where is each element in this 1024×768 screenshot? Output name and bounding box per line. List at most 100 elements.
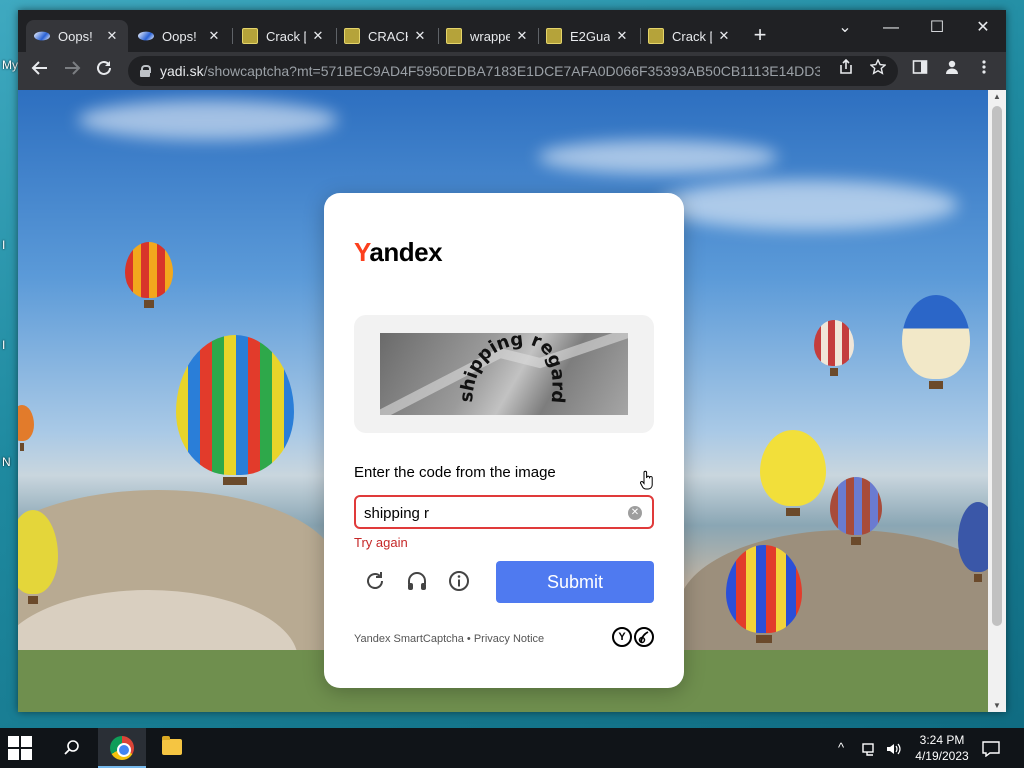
desktop-label[interactable]: My <box>2 58 18 72</box>
tab-title: Crack [ <box>672 28 712 44</box>
desktop-label[interactable]: I <box>2 238 5 252</box>
folder-icon <box>162 736 182 755</box>
cloud <box>538 140 778 174</box>
show-hidden-icons-icon[interactable]: ^ <box>838 728 844 768</box>
tab-close-icon[interactable]: ✕ <box>206 28 222 44</box>
tab-separator <box>232 28 233 44</box>
share-icon[interactable] <box>834 58 858 83</box>
tab-crack-1[interactable]: Crack [ ✕ <box>234 20 334 52</box>
yandex-logo: Yandex <box>354 237 443 268</box>
tab-favicon-icon <box>344 28 360 44</box>
tab-close-icon[interactable]: ✕ <box>514 28 530 44</box>
cloud <box>78 100 338 140</box>
tab-oops-1[interactable]: Oops! ✕ <box>26 20 128 52</box>
clock-time: 3:24 PM <box>919 733 965 747</box>
privacy-notice-link[interactable]: Privacy Notice <box>474 633 544 645</box>
audio-captcha-icon[interactable] <box>404 570 430 596</box>
footer-separator: • <box>463 633 474 645</box>
yandex-y-logo-icon: Y <box>612 627 632 647</box>
tab-title: Crack [ <box>266 28 306 44</box>
back-arrow-icon <box>31 61 47 75</box>
tab-crack-caps[interactable]: CRACK ✕ <box>336 20 436 52</box>
search-icon[interactable] <box>48 728 96 768</box>
network-icon[interactable] <box>862 728 878 768</box>
tab-wrapper[interactable]: wrappe ✕ <box>438 20 538 52</box>
tab-favicon-icon <box>242 28 258 44</box>
reload-button[interactable] <box>90 57 118 85</box>
smartcaptcha-link[interactable]: Yandex SmartCaptcha <box>354 633 464 645</box>
submit-button[interactable]: Submit <box>496 561 654 603</box>
hot-air-balloon <box>125 242 173 308</box>
close-window-button[interactable]: ✕ <box>960 14 1006 42</box>
tab-e2guardian[interactable]: E2Guar ✕ <box>538 20 638 52</box>
taskbar: ^ 3:24 PM 4/19/2023 <box>0 728 1024 768</box>
tab-favicon-icon <box>31 30 53 42</box>
forward-button[interactable] <box>58 57 86 85</box>
error-message: Try again <box>354 535 408 550</box>
url-text[interactable]: yadi.sk/showcaptcha?mt=571BEC9AD4F5950ED… <box>160 63 820 79</box>
tab-oops-2[interactable]: Oops! ✕ <box>130 20 230 52</box>
chrome-icon <box>110 736 134 760</box>
hand-cursor-icon <box>640 470 653 490</box>
tab-title: Oops! <box>58 28 93 44</box>
side-panel-icon[interactable] <box>906 57 934 85</box>
browser-window: Oops! ✕ Oops! ✕ Crack [ ✕ CRACK ✕ wrappe… <box>18 10 1006 712</box>
tab-title: CRACK <box>368 28 408 44</box>
captcha-prompt: Enter the code from the image <box>354 464 556 481</box>
volume-icon[interactable] <box>886 728 902 768</box>
tab-close-icon[interactable]: ✕ <box>716 28 732 44</box>
captcha-image-container: shipping regard <box>354 315 654 433</box>
cloud <box>658 180 958 230</box>
tab-close-icon[interactable]: ✕ <box>412 28 428 44</box>
tab-strip: Oops! ✕ Oops! ✕ Crack [ ✕ CRACK ✕ wrappe… <box>18 10 1006 52</box>
bookmark-star-icon[interactable] <box>866 58 890 83</box>
captcha-answer-field[interactable]: ✕ <box>354 495 654 529</box>
cloud-logo-icon <box>634 627 654 647</box>
hot-air-balloon <box>958 502 988 582</box>
logo-letter: Y <box>354 237 370 267</box>
scrollbar-thumb[interactable] <box>992 106 1002 626</box>
minimize-button[interactable]: — <box>868 14 914 42</box>
scroll-down-icon[interactable]: ▼ <box>992 701 1002 710</box>
profile-avatar-icon[interactable] <box>938 57 966 85</box>
windows-start-icon[interactable] <box>8 736 32 760</box>
browser-toolbar: yadi.sk/showcaptcha?mt=571BEC9AD4F5950ED… <box>18 52 1006 90</box>
address-bar[interactable]: yadi.sk/showcaptcha?mt=571BEC9AD4F5950ED… <box>128 56 898 86</box>
yandex-cloud-logos: Y <box>612 627 654 647</box>
tab-close-icon[interactable]: ✕ <box>310 28 326 44</box>
notifications-icon[interactable] <box>982 728 1000 768</box>
back-button[interactable] <box>26 57 54 85</box>
captcha-input[interactable] <box>364 502 620 524</box>
page-scrollbar[interactable]: ▲ ▼ <box>988 90 1006 712</box>
tab-favicon-icon <box>546 28 562 44</box>
tab-favicon-icon <box>135 30 157 42</box>
logo-text: andex <box>369 237 443 267</box>
url-host: yadi.sk <box>160 63 204 79</box>
hot-air-balloon <box>176 335 294 485</box>
info-icon[interactable] <box>446 570 472 596</box>
tab-close-icon[interactable]: ✕ <box>614 28 630 44</box>
lock-icon[interactable] <box>140 65 151 77</box>
captcha-footer: Yandex SmartCaptcha • Privacy Notice <box>354 633 544 645</box>
svg-text:shipping regard: shipping regard <box>456 333 569 404</box>
captcha-text: shipping regard <box>456 333 569 404</box>
tab-title: wrappe <box>470 28 510 44</box>
system-clock[interactable]: 3:24 PM 4/19/2023 <box>910 732 974 764</box>
hot-air-balloon <box>814 320 854 376</box>
file-explorer-taskbar-button[interactable] <box>148 728 196 768</box>
kebab-menu-icon[interactable] <box>970 57 998 85</box>
desktop-label[interactable]: I <box>2 338 5 352</box>
url-path: /showcaptcha?mt=571BEC9AD4F5950EDBA7183E… <box>203 63 820 79</box>
chrome-taskbar-button[interactable] <box>98 728 146 768</box>
refresh-captcha-icon[interactable] <box>362 570 388 596</box>
captcha-image: shipping regard <box>380 333 628 415</box>
tab-close-icon[interactable]: ✕ <box>104 28 120 44</box>
page-background: Yandex shipping regard Enter the code fr… <box>18 90 988 712</box>
tab-search-dropdown-icon[interactable]: ⌄ <box>822 14 868 42</box>
desktop-label[interactable]: N <box>2 455 11 469</box>
clear-input-icon[interactable]: ✕ <box>628 506 642 520</box>
tab-crack-2[interactable]: Crack [ ✕ <box>640 20 740 52</box>
scroll-up-icon[interactable]: ▲ <box>992 92 1002 101</box>
maximize-button[interactable]: ☐ <box>914 14 960 42</box>
new-tab-button[interactable]: + <box>748 24 772 48</box>
